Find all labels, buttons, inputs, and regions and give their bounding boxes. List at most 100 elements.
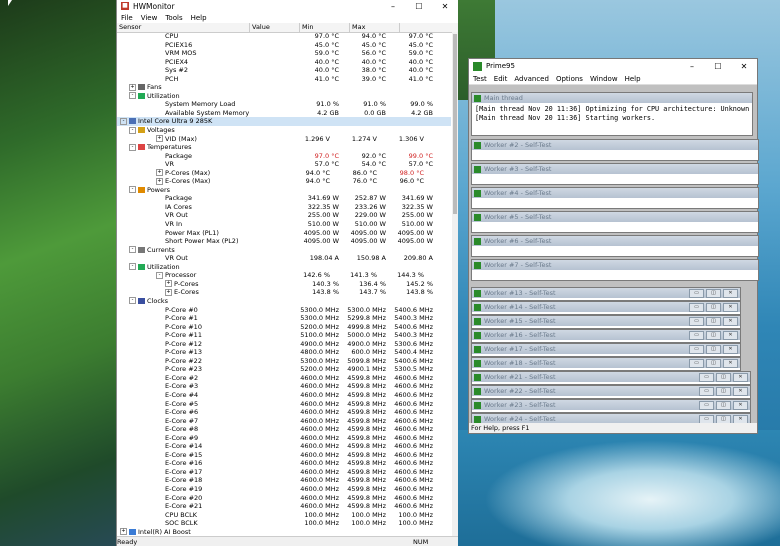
hwmonitor-titlebar[interactable]: ■ HWMonitor – ☐ ✕ (117, 0, 458, 12)
worker-window[interactable]: Worker #2 - Self-Test (471, 139, 759, 161)
sensor-row[interactable]: VR In 510.00 W 510.00 W 510.00 W (117, 220, 451, 229)
worker-window[interactable]: Worker #23 - Self-Test ▭ ◫ ✕ (471, 399, 751, 413)
sensor-row[interactable]: IA Cores 322.35 W 233.26 W 322.35 W (117, 203, 451, 212)
worker-titlebar[interactable]: Worker #14 - Self-Test ▭ ◫ ✕ (472, 302, 740, 312)
menu-help[interactable]: Help (191, 14, 207, 22)
worker-restore-button[interactable]: ◫ (706, 316, 721, 326)
worker-titlebar[interactable]: Worker #3 - Self-Test (472, 164, 758, 174)
menu-window[interactable]: Window (590, 75, 618, 83)
collapse-icon[interactable]: - (129, 246, 136, 254)
worker-close-button[interactable]: ✕ (723, 330, 738, 340)
sensor-row[interactable]: P-Core #1 5300.0 MHz 5299.8 MHz 5400.3 MHz (117, 314, 451, 323)
expand-icon[interactable]: + (165, 288, 172, 296)
worker-close-button[interactable]: ✕ (723, 316, 738, 326)
sensor-row[interactable]: - Powers (117, 186, 451, 195)
sensor-row[interactable]: + P-Cores (Max) 94.0 °C 86.0 °C 98.0 °C (117, 169, 451, 178)
menu-test[interactable]: Test (473, 75, 487, 83)
worker-titlebar[interactable]: Worker #15 - Self-Test ▭ ◫ ✕ (472, 316, 740, 326)
worker-titlebar[interactable]: Worker #21 - Self-Test ▭ ◫ ✕ (472, 372, 750, 382)
worker-titlebar[interactable]: Worker #22 - Self-Test ▭ ◫ ✕ (472, 386, 750, 396)
sensor-row[interactable]: E-Core #5 4600.0 MHz 4599.8 MHz 4600.6 MHz (117, 400, 451, 409)
close-button[interactable]: ✕ (432, 2, 458, 11)
worker-close-button[interactable]: ✕ (723, 302, 738, 312)
p95-maximize-button[interactable]: ☐ (705, 62, 731, 71)
sensor-row[interactable]: + Intel(R) AI Boost (117, 528, 451, 537)
sensor-row[interactable]: Power Max (PL1) 4095.00 W 4095.00 W 4095.00… (117, 229, 451, 238)
sensor-row[interactable]: PCH 41.0 °C 39.0 °C 41.0 °C (117, 75, 451, 84)
worker-window[interactable]: Worker #15 - Self-Test ▭ ◫ ✕ (471, 315, 741, 329)
p95-close-button[interactable]: ✕ (731, 62, 757, 71)
worker-window[interactable]: Worker #6 - Self-Test (471, 235, 759, 257)
sensor-row[interactable]: - Intel Core Ultra 9 285K (117, 117, 451, 127)
worker-minimize-button[interactable]: ▭ (689, 316, 704, 326)
worker-window[interactable]: Worker #4 - Self-Test (471, 187, 759, 209)
main-thread-window[interactable]: Main thread [Main thread Nov 20 11:36] O… (471, 92, 753, 136)
maximize-button[interactable]: ☐ (406, 2, 432, 11)
menu-help[interactable]: Help (625, 75, 641, 83)
collapse-icon[interactable]: - (129, 92, 136, 100)
worker-titlebar[interactable]: Worker #2 - Self-Test (472, 140, 758, 150)
sensor-row[interactable]: + E-Cores 143.8 % 143.7 % 143.8 % (117, 288, 451, 297)
sensor-row[interactable]: P-Core #10 5200.0 MHz 4999.8 MHz 5400.6 MHz (117, 323, 451, 332)
sensor-row[interactable]: E-Core #20 4600.0 MHz 4599.8 MHz 4600.6 MHz (117, 494, 451, 503)
sensor-tree[interactable]: CPU 97.0 °C 94.0 °C 97.0 °C PCIEX16 45.0 °C 45… (117, 32, 451, 537)
menu-view[interactable]: View (141, 14, 158, 22)
sensor-row[interactable]: E-Core #6 4600.0 MHz 4599.8 MHz 4600.6 MHz (117, 408, 451, 417)
worker-restore-button[interactable]: ◫ (716, 386, 731, 396)
sensor-row[interactable]: - Utilization (117, 263, 451, 272)
menu-edit[interactable]: Edit (494, 75, 508, 83)
sensor-row[interactable]: E-Core #17 4600.0 MHz 4599.8 MHz 4600.6 MHz (117, 468, 451, 477)
sensor-row[interactable]: E-Core #19 4600.0 MHz 4599.8 MHz 4600.6 MHz (117, 485, 451, 494)
expand-icon[interactable]: + (129, 83, 136, 91)
worker-window[interactable]: Worker #14 - Self-Test ▭ ◫ ✕ (471, 301, 741, 315)
worker-titlebar[interactable]: Worker #5 - Self-Test (472, 212, 758, 222)
minimize-button[interactable]: – (380, 2, 406, 11)
sensor-row[interactable]: Available System Memory 4.2 GB 0.0 GB 4.2 G… (117, 109, 451, 118)
sensor-row[interactable]: P-Core #23 5200.0 MHz 4900.1 MHz 5300.5 MHz (117, 365, 451, 374)
expand-icon[interactable]: + (165, 280, 172, 288)
worker-restore-button[interactable]: ◫ (706, 330, 721, 340)
worker-close-button[interactable]: ✕ (733, 386, 748, 396)
worker-window[interactable]: Worker #18 - Self-Test ▭ ◫ ✕ (471, 357, 741, 371)
sensor-row[interactable]: - Currents (117, 246, 451, 255)
worker-titlebar[interactable]: Worker #23 - Self-Test ▭ ◫ ✕ (472, 400, 750, 410)
sensor-row[interactable]: + VID (Max) 1.296 V 1.274 V 1.306 V (117, 135, 451, 144)
sensor-row[interactable]: P-Core #12 4900.0 MHz 4900.0 MHz 5300.6 MHz (117, 340, 451, 349)
sensor-row[interactable]: E-Core #14 4600.0 MHz 4599.8 MHz 4600.6 MHz (117, 442, 451, 451)
column-max[interactable]: Max (350, 23, 400, 32)
sensor-row[interactable]: VR Out 198.04 A 150.98 A 209.80 A (117, 254, 451, 263)
sensor-row[interactable]: VR 57.0 °C 54.0 °C 57.0 °C (117, 160, 451, 169)
worker-titlebar[interactable]: Worker #13 - Self-Test ▭ ◫ ✕ (472, 288, 740, 298)
worker-minimize-button[interactable]: ▭ (699, 386, 714, 396)
sensor-row[interactable]: + P-Cores 140.3 % 136.4 % 145.2 % (117, 280, 451, 289)
column-min[interactable]: Min (300, 23, 350, 32)
worker-window[interactable]: Worker #17 - Self-Test ▭ ◫ ✕ (471, 343, 741, 357)
worker-close-button[interactable]: ✕ (723, 344, 738, 354)
worker-titlebar[interactable]: Worker #16 - Self-Test ▭ ◫ ✕ (472, 330, 740, 340)
sensor-row[interactable]: PCIEX4 40.0 °C 40.0 °C 40.0 °C (117, 58, 451, 67)
collapse-icon[interactable]: - (129, 143, 136, 151)
p95-minimize-button[interactable]: – (679, 62, 705, 71)
sensor-row[interactable]: SOC BCLK 100.0 MHz 100.0 MHz 100.0 MHz (117, 519, 451, 528)
worker-restore-button[interactable]: ◫ (706, 358, 721, 368)
sensor-row[interactable]: - Utilization (117, 92, 451, 101)
sensor-row[interactable]: - Voltages (117, 126, 451, 135)
sensor-row[interactable]: VR Out 255.00 W 229.00 W 255.00 W (117, 211, 451, 220)
column-sensor[interactable]: Sensor (117, 23, 250, 32)
sensor-row[interactable]: P-Core #13 4800.0 MHz 600.0 MHz 5400.4 MHz (117, 348, 451, 357)
worker-window[interactable]: Worker #5 - Self-Test (471, 211, 759, 233)
worker-titlebar[interactable]: Worker #18 - Self-Test ▭ ◫ ✕ (472, 358, 740, 368)
sensor-row[interactable]: PCIEX16 45.0 °C 45.0 °C 45.0 °C (117, 41, 451, 50)
worker-close-button[interactable]: ✕ (733, 372, 748, 382)
sensor-row[interactable]: E-Core #9 4600.0 MHz 4599.8 MHz 4600.6 MHz (117, 434, 451, 443)
worker-minimize-button[interactable]: ▭ (699, 372, 714, 382)
worker-restore-button[interactable]: ◫ (716, 372, 731, 382)
collapse-icon[interactable]: - (129, 297, 136, 305)
worker-window[interactable]: Worker #13 - Self-Test ▭ ◫ ✕ (471, 287, 741, 301)
sensor-row[interactable]: CPU BCLK 100.0 MHz 100.0 MHz 100.0 MHz (117, 511, 451, 520)
column-value[interactable]: Value (250, 23, 300, 32)
worker-window[interactable]: Worker #21 - Self-Test ▭ ◫ ✕ (471, 371, 751, 385)
sensor-row[interactable]: E-Core #2 4600.0 MHz 4599.8 MHz 4600.6 MHz (117, 374, 451, 383)
sensor-row[interactable]: Package 341.69 W 252.87 W 341.69 W (117, 194, 451, 203)
sensor-row[interactable]: Short Power Max (PL2) 4095.00 W 4095.00 W 4… (117, 237, 451, 246)
